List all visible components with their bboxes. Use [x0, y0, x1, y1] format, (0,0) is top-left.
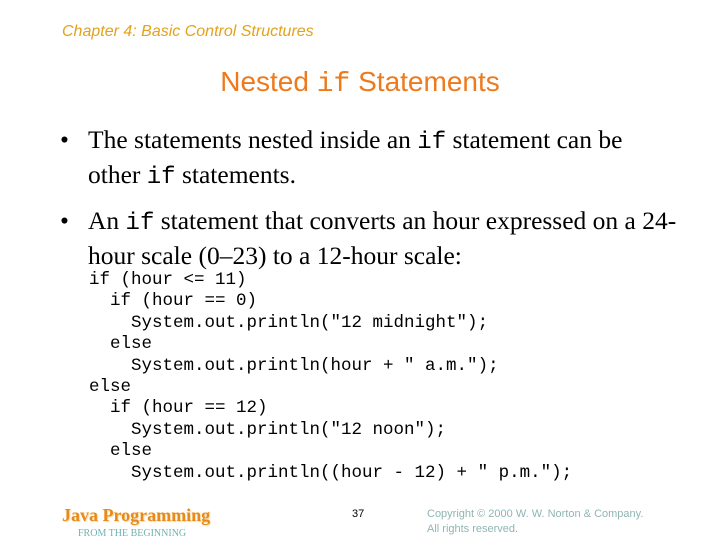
footer-brand-logo: Java Programming	[62, 505, 211, 525]
code-block: if (hour <= 11) if (hour == 0) System.ou…	[89, 270, 572, 484]
code-line: else	[89, 334, 153, 355]
code-line: else	[89, 441, 153, 462]
copyright-notice: Copyright © 2000 W. W. Norton & Company.…	[427, 507, 643, 537]
copyright-line: All rights reserved.	[427, 523, 519, 535]
inline-code: if	[125, 210, 155, 237]
code-line: System.out.println(hour + " a.m.");	[89, 355, 499, 376]
footer-brand-subtitle: FROM THE BEGINNING	[78, 528, 187, 539]
bullet-item: • An if statement that converts an hour …	[60, 205, 680, 272]
bullet-marker: •	[60, 206, 69, 235]
code-line: System.out.println((hour - 12) + " p.m."…	[89, 462, 573, 483]
bullet-list: • The statements nested inside an if sta…	[60, 124, 680, 283]
bullet-item: • The statements nested inside an if sta…	[60, 124, 680, 194]
code-line: System.out.println("12 midnight");	[89, 312, 489, 333]
copyright-line: Copyright © 2000 W. W. Norton & Company.	[427, 508, 644, 520]
chapter-header: Chapter 4: Basic Control Structures	[62, 23, 314, 40]
code-line: System.out.println("12 noon");	[89, 419, 447, 440]
inline-code: if	[146, 164, 176, 191]
code-line: if (hour == 0)	[89, 291, 258, 312]
slide: Chapter 4: Basic Control Structures Nest…	[0, 0, 720, 540]
page-number: 37	[352, 508, 365, 520]
bullet-text: An	[88, 206, 126, 235]
bullet-marker: •	[60, 125, 69, 154]
title-text-before: Nested	[220, 66, 317, 97]
title-text-after: Statements	[350, 66, 500, 97]
code-line: else	[89, 377, 132, 398]
bullet-text: statements.	[175, 160, 296, 189]
code-line: if (hour == 12)	[89, 398, 268, 419]
code-line: if (hour <= 11)	[89, 270, 247, 290]
inline-code: if	[417, 129, 447, 156]
title-code-keyword: if	[316, 69, 351, 100]
bullet-text: statement that converts an hour expresse…	[88, 206, 677, 270]
bullet-text: The statements nested inside an	[88, 125, 418, 154]
slide-title: Nested if Statements	[0, 66, 720, 100]
